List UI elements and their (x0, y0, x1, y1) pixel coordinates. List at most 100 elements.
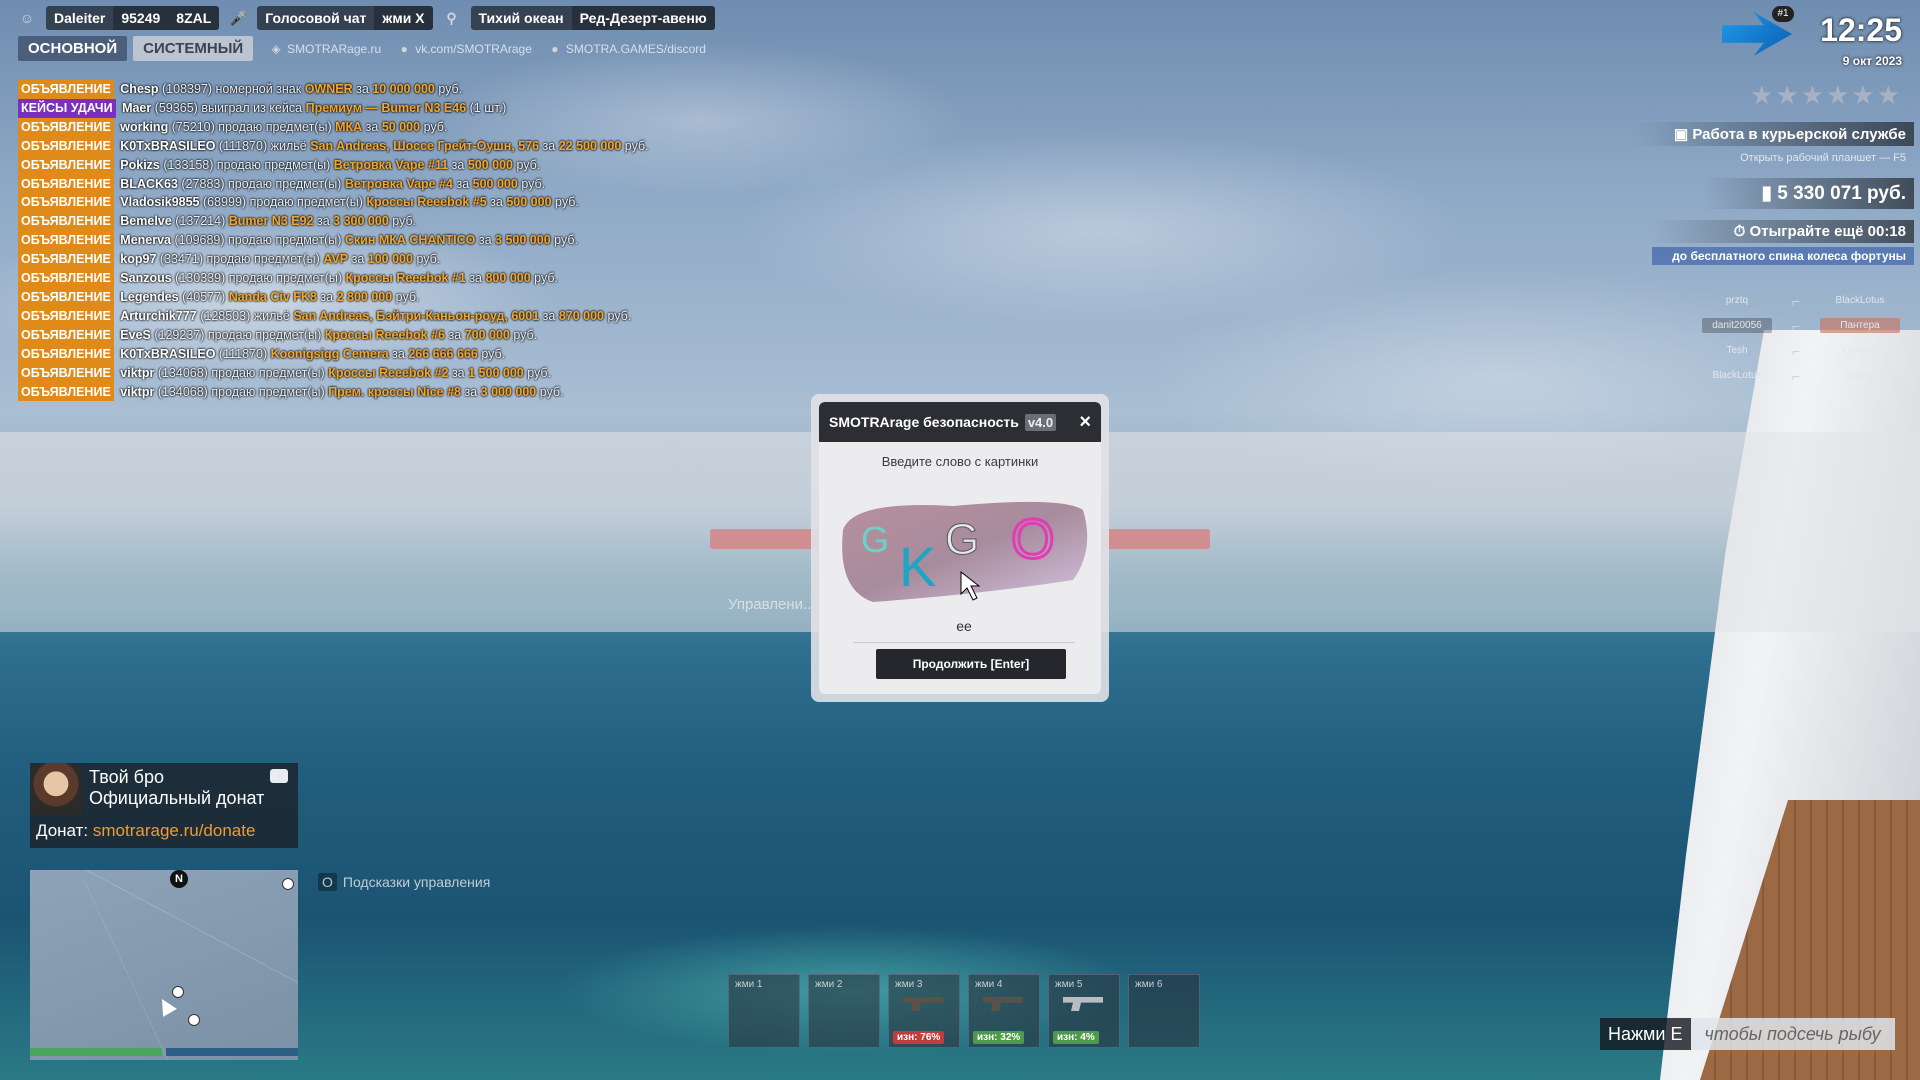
kill-feed: prztq ⌐ BlackLotus danit20056 ⌐ Пантера Tesh ⌐ O… (1702, 288, 1900, 388)
link-discord[interactable]: ● SMOTRA.GAMES/discord (548, 42, 706, 56)
captcha-letter-1: G (861, 519, 889, 560)
chat-price: (1 шт.) (469, 100, 507, 115)
chat-author-id: (111870) (218, 138, 268, 153)
hotbar-slot-6[interactable]: жми 6 (1128, 974, 1200, 1048)
server-rank-badge: #1 (1772, 6, 1794, 22)
chat-price: 2 800 000 (336, 289, 393, 304)
modal-header: SMOTRArage безопасность v4.0 × (819, 402, 1101, 442)
chat-author: viktpr (120, 365, 155, 380)
donate-link[interactable]: smotrarage.ru/donate (93, 821, 256, 840)
killer-name: danit20056 (1702, 318, 1772, 333)
link-site[interactable]: ◈ SMOTRARage.ru (269, 41, 382, 56)
chat-currency: руб. (554, 233, 578, 248)
weapon-icon: ⌐ (1791, 342, 1801, 359)
chat-author: BLACK63 (120, 176, 178, 191)
hotbar-slot-4[interactable]: жми 4 изн: 32% (968, 974, 1040, 1048)
victim-name: uzkzqt (1845, 370, 1875, 381)
chat-tag: ОБЪЯВЛЕНИЕ (18, 117, 114, 137)
location-info: Тихий океан Ред-Дезерт-авеню (470, 6, 715, 30)
chat-message: ОБЪЯВЛЕНИЕ EveS (129237) продаю предмет(… (18, 325, 778, 345)
chat-for-word: за (478, 233, 492, 248)
hotbar-slot-5[interactable]: жми 5 изн: 4% (1048, 974, 1120, 1048)
chat-text: продаю предмет(ы) (249, 195, 363, 210)
money-amount: 5 330 071 руб. (1777, 183, 1906, 204)
chat-for-word: за (320, 289, 334, 304)
vk-icon: ● (400, 41, 408, 56)
hotbar-slot-label: жми 6 (1135, 979, 1163, 990)
spin-title: Отыграйте ещё 00:18 (1749, 223, 1906, 240)
chat-price: 50 000 (381, 119, 421, 134)
chat-author-id: (129237) (154, 327, 205, 342)
clock-widget: #1 12:25 9 окт 2023 (1722, 6, 1902, 74)
chat-for-word: за (542, 138, 556, 153)
chat-text: выиграл из кейса (201, 100, 303, 115)
modal-version: v4.0 (1024, 413, 1057, 431)
controls-hint[interactable]: O Подсказки управления (318, 873, 490, 891)
chat-message: ОБЪЯВЛЕНИЕ K0TxBRASILEO (111870) жильё S… (18, 136, 778, 156)
chat-author-id: (108397) (161, 82, 213, 96)
chat-currency: руб. (416, 252, 441, 267)
chat-price: 266 666 666 (408, 346, 478, 361)
hotbar-slot-2[interactable]: жми 2 (808, 974, 880, 1048)
chat-price: 800 000 (485, 271, 531, 286)
chat-for-word: за (451, 157, 465, 172)
link-site-label: SMOTRARage.ru (287, 41, 382, 56)
hotbar-slot-3[interactable]: жми 3 изн: 76% (888, 974, 960, 1048)
link-vk[interactable]: ● vk.com/SMOTRArage (397, 42, 532, 56)
kill-feed-row: prztq ⌐ BlackLotus (1702, 288, 1900, 313)
map-blip (188, 1014, 200, 1026)
chat-tag: ОБЪЯВЛЕНИЕ (18, 363, 114, 383)
location-icon: ⚲ (446, 9, 457, 26)
chat-message: ОБЪЯВЛЕНИЕ viktpr (134068) продаю предме… (18, 363, 778, 383)
money-display: ▮ 5 330 071 руб. (1701, 178, 1914, 209)
chat-author-id: (111870) (218, 346, 268, 361)
tab-system[interactable]: СИСТЕМНЫЙ (133, 36, 254, 61)
chat-item: Скин МКА CHANTICO (344, 233, 476, 248)
fortune-wheel-timer: ⏱ Отыграйте ещё 00:18 до бесплатного спи… (1652, 220, 1914, 265)
pistol-icon (1063, 997, 1103, 1011)
weapon-icon: ⌐ (1791, 292, 1801, 309)
continue-button[interactable]: Продолжить [Enter] (876, 649, 1066, 679)
chat-currency: руб. (513, 327, 538, 342)
donate-name: Твой бро (89, 767, 164, 787)
chat-currency: руб. (481, 346, 506, 361)
hotbar-slot-label: жми 2 (815, 979, 843, 990)
chat-for-word: за (316, 214, 330, 229)
chat-text: продаю предмет(ы) (218, 119, 332, 134)
chat-message: ОБЪЯВЛЕНИЕ Legendes (40577) Nanda Civ FK… (18, 287, 778, 307)
chat-currency: руб. (607, 308, 632, 323)
street-name: Ред-Дезерт-авеню (571, 6, 715, 30)
chat-for-word: за (451, 365, 465, 380)
status-bars (30, 1048, 298, 1058)
chat-tag: ОБЪЯВЛЕНИЕ (18, 174, 114, 194)
chat-text: жильё (253, 308, 290, 323)
chat-for-word: за (490, 195, 503, 210)
close-icon[interactable]: × (1079, 411, 1091, 434)
chat-item: Прем. кроссы Nice #8 (328, 384, 461, 399)
killer-name: prztq (1725, 295, 1749, 306)
chat-author-id: (40577) (182, 289, 226, 304)
chat-item: Nanda Civ FK8 (228, 289, 317, 304)
chat-author-id: (137214) (175, 214, 226, 229)
hotbar-slot-1[interactable]: жми 1 (728, 974, 800, 1048)
briefcase-icon: ▣ (1674, 126, 1693, 143)
security-modal-body: SMOTRArage безопасность v4.0 × Введите с… (819, 402, 1101, 694)
fishing-prompt: Нажми E чтобы подсечь рыбу (1600, 1018, 1895, 1050)
donate-subtitle: Официальный донат (89, 788, 265, 808)
chat-bubble-icon[interactable] (270, 769, 288, 783)
tab-main[interactable]: ОСНОВНОЙ (18, 36, 128, 61)
chat-author: Bemelve (120, 214, 172, 229)
chat-currency: руб. (527, 365, 552, 380)
donate-label: Донат: (36, 821, 89, 840)
player-name: Daleiter (54, 10, 106, 26)
chat-text: продаю предмет(ы) (211, 384, 325, 399)
north-indicator: N (170, 870, 188, 888)
chat-currency: руб. (624, 138, 649, 153)
captcha-input[interactable] (853, 610, 1075, 643)
chat-message: ОБЪЯВЛЕНИЕ K0TxBRASILEO (111870) Koonigs… (18, 344, 778, 364)
chat-message: ОБЪЯВЛЕНИЕ kop97 (33471) продаю предмет(… (18, 250, 778, 270)
top-status-bar: ☺ Daleiter 95249 8ZAL 🎤 Голосовой чат жм… (18, 6, 715, 30)
avatar (30, 763, 82, 815)
hotbar-slot-label: жми 1 (735, 979, 763, 990)
killer-name: Tesh (1726, 345, 1748, 356)
